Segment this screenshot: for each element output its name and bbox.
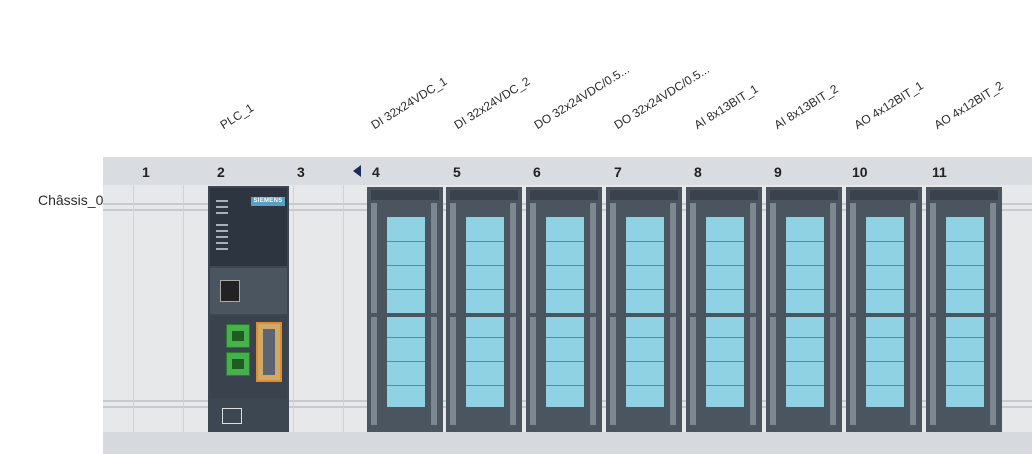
slot-number-3: 3 [297, 164, 305, 180]
slot-number-8: 8 [694, 164, 702, 180]
module-label-ao1[interactable]: AO 4x12BIT_1 [852, 78, 926, 132]
plc-ports-area [210, 316, 287, 398]
profibus-port-icon[interactable] [256, 322, 282, 382]
plc-status-led [216, 242, 228, 244]
plc-status-led [216, 206, 228, 208]
module-display [546, 217, 584, 407]
slot-number-7: 7 [614, 164, 622, 180]
plc-brand-logo: SIEMENS [251, 197, 285, 206]
slot-number-6: 6 [533, 164, 541, 180]
module-display [466, 217, 504, 407]
slot-divider [133, 185, 134, 432]
module-display [387, 217, 425, 407]
module-label-plc[interactable]: PLC_1 [218, 101, 257, 132]
module-label-ai1[interactable]: AI 8x13BIT_1 [692, 82, 761, 132]
plc-cpu-module[interactable]: SIEMENS [208, 186, 289, 432]
rack-bottom-bar [103, 432, 1032, 454]
slot-number-4: 4 [372, 164, 380, 180]
module-display [946, 217, 984, 407]
slot-number-9: 9 [774, 164, 782, 180]
slot-header [103, 157, 1032, 185]
module-label-di1[interactable]: DI 32x24VDC_1 [369, 74, 450, 132]
plc-front-panel: SIEMENS [210, 188, 287, 266]
plc-status-led [216, 230, 228, 232]
rack-name[interactable]: Châssis_0 [38, 192, 103, 208]
plc-status-led [216, 248, 228, 250]
module-di-2[interactable] [446, 187, 522, 432]
module-do-1[interactable] [526, 187, 602, 432]
module-ai-1[interactable] [686, 187, 762, 432]
memory-card-slot-icon [220, 280, 240, 302]
module-display [626, 217, 664, 407]
module-label-ai2[interactable]: AI 8x13BIT_2 [772, 82, 841, 132]
module-do-2[interactable] [606, 187, 682, 432]
module-di-1[interactable] [367, 187, 443, 432]
slot-divider [343, 185, 344, 432]
profinet-port-1-icon[interactable] [226, 324, 250, 348]
module-ao-2[interactable] [926, 187, 1002, 432]
slot-expand-arrow-icon[interactable] [353, 165, 361, 177]
slot-number-1: 1 [142, 164, 150, 180]
slot-divider [293, 185, 294, 432]
slot-number-5: 5 [453, 164, 461, 180]
module-label-di2[interactable]: DI 32x24VDC_2 [452, 74, 533, 132]
plc-status-led [216, 224, 228, 226]
plc-status-led [216, 212, 228, 214]
slot-number-2: 2 [217, 164, 225, 180]
module-display [786, 217, 824, 407]
plc-status-led [216, 236, 228, 238]
slot-divider [183, 185, 184, 432]
plc-status-led [216, 200, 228, 202]
module-display [866, 217, 904, 407]
module-ai-2[interactable] [766, 187, 842, 432]
slot-number-11: 11 [932, 164, 947, 180]
module-label-ao2[interactable]: AO 4x12BIT_2 [932, 78, 1006, 132]
module-ao-1[interactable] [846, 187, 922, 432]
profinet-port-2-icon[interactable] [226, 352, 250, 376]
slot-number-10: 10 [852, 164, 868, 180]
plc-memory-card-area [210, 268, 287, 314]
module-display [706, 217, 744, 407]
plc-bottom-connector-icon [222, 408, 242, 424]
